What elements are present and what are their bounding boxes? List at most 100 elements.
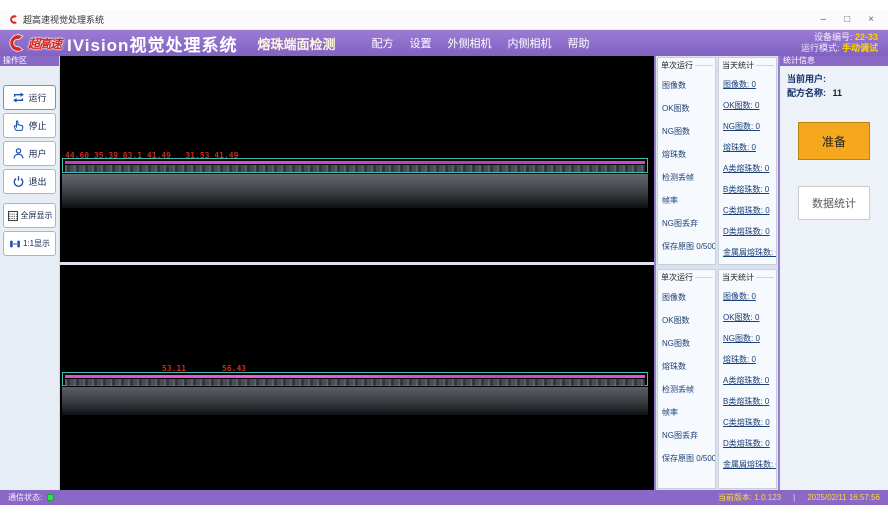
- status-separator: |: [793, 493, 795, 502]
- stat-row: 金属屑熔珠数: 0: [723, 454, 776, 475]
- camera1-seam-texture: [65, 165, 645, 172]
- comm-status-indicator: [47, 494, 54, 501]
- outer-camera-view: 44.60 35.39 83.1 41.49 31.53 41.49: [60, 56, 654, 265]
- statistics-column: 单次运行 图像数OK图数NG图数熔珠数检测丢帧帧率NG图丢弃保存原图 0/500…: [654, 56, 778, 490]
- stat-row: NG图丢弃: [662, 212, 715, 235]
- operation-sidebar: 操作区 运行 停止: [0, 56, 60, 490]
- status-bar: 通信状态: 当前版本: 1.0.123 | 2025/02/11 16:57:5…: [0, 490, 888, 505]
- camera2-seam-texture: [65, 379, 645, 386]
- app-title: IVision视觉处理系统: [67, 31, 237, 56]
- camera1-metal-surface: [62, 174, 648, 208]
- stat-row: B类熔珠数: 0: [723, 179, 776, 200]
- stat-row: 金属屑熔珠数: 0: [723, 242, 776, 263]
- run-mode-value: 手动调试: [842, 43, 878, 53]
- stat-row: NG图数: [662, 120, 715, 143]
- main-menu: 配方 设置 外侧相机 内侧相机 帮助: [371, 35, 589, 51]
- fullscreen-grid-icon: [7, 210, 19, 222]
- datetime-value: 2025/02/11 16:57:56: [807, 493, 880, 502]
- camera1-stats-section: 单次运行 图像数OK图数NG图数熔珠数检测丢帧帧率NG图丢弃保存原图 0/500…: [657, 57, 777, 265]
- prepare-button[interactable]: 准备: [798, 122, 870, 160]
- stat-row: 熔珠数: 0: [723, 349, 776, 370]
- stat-row: OK图数: [662, 97, 715, 120]
- stop-hand-icon: [12, 119, 25, 132]
- stop-button[interactable]: 停止: [3, 113, 56, 138]
- stat-row: A类熔珠数: 0: [723, 158, 776, 179]
- camera2-image-band: 53.11 56.43: [62, 364, 648, 420]
- stat-row: 检测丢帧: [662, 166, 715, 189]
- stat-row: NG图数: 0: [723, 116, 776, 137]
- menu-item[interactable]: 帮助: [567, 35, 589, 51]
- camera1-today-groupbox: 当天统计 图像数: 0OK图数: 0NG图数: 0熔珠数: 0A类熔珠数: 0B…: [718, 57, 777, 265]
- minimize-button[interactable]: –: [821, 10, 827, 30]
- brand-logo-text: 超高速: [28, 35, 61, 52]
- statistics-info-panel: 统计信息 当前用户: 配方名称: 11 准备 数据统计: [778, 56, 888, 490]
- run-button[interactable]: 运行: [3, 85, 56, 110]
- stat-row: D类熔珠数: 0: [723, 433, 776, 454]
- menu-item[interactable]: 设置: [409, 35, 431, 51]
- stat-row: 熔珠数: [662, 355, 715, 378]
- app-header: 超高速 IVision视觉处理系统 熔珠端面检测 配方 设置 外侧相机 内侧相机…: [0, 30, 888, 56]
- stat-row: 图像数: 0: [723, 74, 776, 95]
- stat-row: 检测丢帧: [662, 378, 715, 401]
- stat-row: NG图数: [662, 332, 715, 355]
- device-info: 设备编号: 22-33 运行模式: 手动调试: [801, 32, 878, 54]
- recipe-name-value: 11: [833, 88, 843, 98]
- os-titlebar: 超高速视觉处理系统 – □ ×: [0, 10, 888, 30]
- maximize-button[interactable]: □: [844, 10, 850, 30]
- camera2-today-groupbox: 当天统计 图像数: 0OK图数: 0NG图数: 0熔珠数: 0A类熔珠数: 0B…: [718, 269, 777, 489]
- stat-row: OK图数: [662, 309, 715, 332]
- exit-button-label: 退出: [28, 175, 46, 188]
- single-run-title: 单次运行: [658, 270, 715, 283]
- fullscreen-button-label: 全屏显示: [21, 210, 53, 221]
- user-button-label: 用户: [28, 147, 46, 160]
- device-number-label: 设备编号:: [814, 32, 853, 42]
- camera1-single-run-groupbox: 单次运行 图像数OK图数NG图数熔珠数检测丢帧帧率NG图丢弃保存原图 0/500: [657, 57, 716, 265]
- menu-item[interactable]: 内侧相机: [507, 35, 551, 51]
- one-to-one-button[interactable]: 1:1显示: [3, 231, 56, 256]
- current-user-label: 当前用户:: [787, 74, 826, 84]
- today-stats-title: 当天统计: [719, 270, 776, 283]
- single-run-title: 单次运行: [658, 58, 715, 71]
- close-button[interactable]: ×: [868, 10, 874, 30]
- data-statistics-button[interactable]: 数据统计: [798, 186, 870, 220]
- main-area: 操作区 运行 停止: [0, 56, 888, 490]
- run-button-label: 运行: [28, 91, 46, 104]
- camera-display-area: 44.60 35.39 83.1 41.49 31.53 41.49 53.11…: [60, 56, 654, 490]
- stat-row: 保存原图 0/500: [662, 235, 715, 258]
- camera2-detection-rectangle: [62, 372, 648, 386]
- app-subtitle: 熔珠端面检测: [257, 34, 335, 53]
- camera2-stats-section: 单次运行 图像数OK图数NG图数熔珠数检测丢帧帧率NG图丢弃保存原图 0/500…: [657, 269, 777, 489]
- statistics-info-title: 统计信息: [780, 56, 888, 66]
- brand-swoosh-icon: [6, 33, 26, 53]
- stat-row: 图像数: [662, 286, 715, 309]
- recipe-name-label: 配方名称:: [787, 88, 826, 98]
- stat-row: 保存原图 0/500: [662, 447, 715, 470]
- comm-status-label: 通信状态:: [8, 492, 42, 503]
- app-logo-icon: [8, 14, 19, 25]
- stat-row: B类熔珠数: 0: [723, 391, 776, 412]
- window-title: 超高速视觉处理系统: [23, 13, 104, 26]
- camera1-weld-seam-line: [65, 161, 645, 164]
- stat-row: NG图数: 0: [723, 328, 776, 349]
- fullscreen-button[interactable]: 全屏显示: [3, 203, 56, 228]
- camera2-single-run-groupbox: 单次运行 图像数OK图数NG图数熔珠数检测丢帧帧率NG图丢弃保存原图 0/500: [657, 269, 716, 489]
- stat-row: 图像数: [662, 74, 715, 97]
- stat-row: 帧率: [662, 401, 715, 424]
- exit-button[interactable]: 退出: [3, 169, 56, 194]
- stat-row: NG图丢弃: [662, 424, 715, 447]
- camera1-detection-rectangle: [62, 158, 648, 173]
- version-value: 1.0.123: [754, 493, 781, 502]
- menu-item[interactable]: 外侧相机: [447, 35, 491, 51]
- camera2-weld-seam-line: [65, 375, 645, 378]
- stat-row: OK图数: 0: [723, 307, 776, 328]
- menu-item[interactable]: 配方: [371, 35, 393, 51]
- camera1-image-band: 44.60 35.39 83.1 41.49 31.53 41.49: [62, 151, 648, 213]
- stat-row: 帧率: [662, 189, 715, 212]
- run-cycle-icon: [12, 91, 25, 104]
- run-mode-label: 运行模式:: [801, 43, 840, 53]
- one-to-one-icon: [9, 238, 21, 250]
- stat-row: C类熔珠数: 0: [723, 412, 776, 433]
- version-label: 当前版本:: [718, 493, 752, 502]
- stat-row: A类熔珠数: 0: [723, 370, 776, 391]
- user-button[interactable]: 用户: [3, 141, 56, 166]
